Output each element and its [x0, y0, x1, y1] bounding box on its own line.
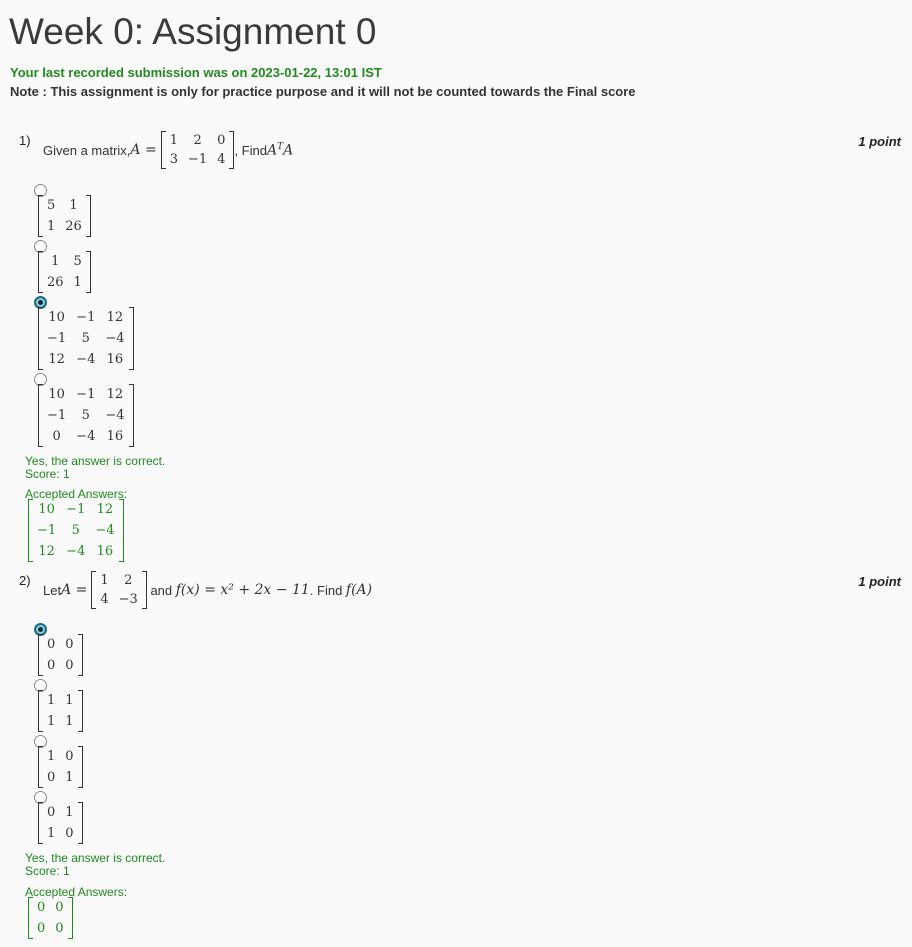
matrix-cell-r1-c2: −1 — [76, 387, 96, 402]
matrix-cell-r2-c1: 0 — [47, 658, 56, 673]
matrix-cell-r2-c1: 0 — [47, 770, 56, 785]
matrix-cell-r1-c1: 1 — [100, 573, 109, 588]
matrix-cell-r1-c1: 1 — [169, 133, 178, 148]
q1-option-2-matrix: 1 5 26 1 — [38, 251, 91, 293]
matrix-cell-r3-c2: −4 — [66, 544, 86, 559]
matrix-cell-r1-c3: 12 — [96, 502, 114, 517]
matrix-cell-r1-c2: 0 — [65, 637, 74, 652]
practice-note: Note : This assignment is only for pract… — [10, 84, 636, 99]
matrix-cell-r1-c1: 0 — [47, 637, 56, 652]
matrix-cell-r2-c2: 1 — [65, 714, 74, 729]
question-1-number: 1) — [19, 133, 31, 148]
matrix-cell-r1-c1: 1 — [47, 749, 56, 764]
matrix-cell-r1-c2: −1 — [66, 502, 86, 517]
q1-option-1-matrix: 5 1 1 26 — [38, 195, 91, 237]
q2-lhs: A = — [61, 582, 88, 598]
q1-score: Score: 1 — [25, 467, 70, 481]
matrix-cell-r1-c1: 10 — [48, 310, 65, 325]
matrix-cell-r2-c3: −4 — [105, 408, 125, 423]
matrix-cell-r1-c2: 5 — [73, 254, 82, 269]
matrix-cell-r3-c2: −4 — [76, 429, 96, 444]
matrix-cell-r2-c1: 4 — [100, 592, 109, 607]
matrix-cell-r2-c1: 1 — [47, 219, 56, 234]
matrix-cell-r1-c1: 10 — [48, 387, 65, 402]
q2-function: f(x) = x² + 2x − 11 — [175, 582, 310, 598]
q1-suffix: , Find — [234, 142, 267, 158]
question-1-points: 1 point — [858, 134, 901, 149]
matrix-cell-r2-c3: −4 — [95, 523, 115, 538]
question-2-number: 2) — [19, 573, 31, 588]
matrix-cell-r1-c1: 10 — [38, 502, 55, 517]
matrix-cell-r2-c1: 1 — [47, 826, 56, 841]
matrix-cell-r2-c2: 5 — [81, 331, 90, 346]
matrix-cell-r2-c3: 4 — [217, 152, 226, 167]
q2-option-2-matrix: 1111 — [38, 690, 83, 732]
matrix-cell-r2-c2: 0 — [55, 921, 64, 936]
matrix-cell-r3-c3: 16 — [106, 429, 124, 444]
matrix-cell-r2-c1: −1 — [47, 408, 67, 423]
matrix-cell-r2-c1: −1 — [37, 523, 57, 538]
matrix-cell-r1-c3: 12 — [106, 387, 124, 402]
matrix-cell-r1-c2: 1 — [65, 805, 74, 820]
matrix-cell-r3-c1: 12 — [38, 544, 55, 559]
matrix-cell-r3-c1: 0 — [52, 429, 61, 444]
q1-option-4-matrix: 10 −1 12 −1 5 −4 0 −4 16 — [38, 384, 134, 447]
matrix-cell-r2-c2: −1 — [188, 152, 208, 167]
matrix-cell-r2-c2: 5 — [81, 408, 90, 423]
matrix-cell-r2-c3: −4 — [105, 331, 125, 346]
q2-accepted-matrix: 0000 — [28, 897, 73, 939]
matrix-cell-r1-c2: −1 — [76, 310, 96, 325]
matrix-cell-r2-c2: 0 — [65, 826, 74, 841]
matrix-cell-r2-c1: 0 — [37, 921, 46, 936]
q2-matrix: 1 2 4 −3 — [91, 571, 148, 609]
q1-option-3-matrix: 10 −1 12 −1 5 −4 12 −4 16 — [38, 307, 134, 370]
page-title: Week 0: Assignment 0 — [9, 11, 377, 52]
matrix-cell-r3-c1: 12 — [48, 352, 65, 367]
matrix-cell-r2-c1: 3 — [169, 152, 178, 167]
matrix-cell-r1-c2: 1 — [65, 693, 74, 708]
q1-matrix: 1 2 0 3 −1 4 — [160, 131, 235, 169]
matrix-cell-r1-c1: 1 — [51, 254, 60, 269]
q2-option-3-matrix: 1001 — [38, 746, 83, 788]
q2-mid: and — [146, 582, 176, 598]
matrix-cell-r2-c2: 5 — [71, 523, 80, 538]
matrix-cell-r1-c2: 0 — [65, 749, 74, 764]
matrix-cell-r1-c2: 2 — [124, 573, 133, 588]
q1-lhs: A = — [130, 142, 157, 158]
matrix-cell-r1-c2: 0 — [55, 900, 64, 915]
matrix-cell-r3-c3: 16 — [96, 544, 114, 559]
q2-prefix: Let — [43, 582, 62, 598]
question-1-text: Given a matrix, A = 1 2 0 3 −1 4 , Find ATA — [43, 130, 293, 170]
matrix-cell-r2-c2: −3 — [118, 592, 138, 607]
q1-prefix: Given a matrix, — [43, 142, 131, 158]
matrix-cell-r2-c1: 1 — [47, 714, 56, 729]
matrix-cell-r2-c1: −1 — [47, 331, 67, 346]
q2-option-4-matrix: 0110 — [38, 802, 83, 844]
matrix-cell-r1-c3: 12 — [106, 310, 124, 325]
matrix-cell-r2-c2: 26 — [65, 219, 82, 234]
matrix-cell-r2-c1: 26 — [47, 275, 64, 290]
q2-option-1-matrix: 0000 — [38, 634, 83, 676]
matrix-cell-r1-c1: 5 — [47, 198, 56, 213]
submission-status: Your last recorded submission was on 202… — [10, 65, 382, 80]
matrix-cell-r2-c2: 1 — [73, 275, 82, 290]
matrix-cell-r1-c1: 1 — [47, 693, 56, 708]
question-2-points: 1 point — [858, 574, 901, 589]
matrix-cell-r1-c1: 0 — [37, 900, 46, 915]
q1-expr: ATA — [266, 141, 294, 159]
matrix-cell-r1-c2: 2 — [193, 133, 202, 148]
q1-accepted-matrix: 10 −1 12 −1 5 −4 12 −4 16 — [28, 499, 124, 562]
q2-suffix: . Find — [309, 582, 346, 598]
matrix-cell-r3-c3: 16 — [106, 352, 124, 367]
matrix-cell-r2-c2: 0 — [65, 658, 74, 673]
matrix-cell-r1-c2: 1 — [69, 198, 78, 213]
matrix-cell-r2-c2: 1 — [65, 770, 74, 785]
q2-score: Score: 1 — [25, 864, 70, 878]
matrix-cell-r1-c3: 0 — [217, 133, 226, 148]
matrix-cell-r3-c2: −4 — [76, 352, 96, 367]
question-2-text: Let A = 1 2 4 −3 and f(x) = x² + 2x − 11 . … — [43, 570, 372, 610]
q2-expr: f(A) — [345, 582, 373, 598]
matrix-cell-r1-c1: 0 — [47, 805, 56, 820]
